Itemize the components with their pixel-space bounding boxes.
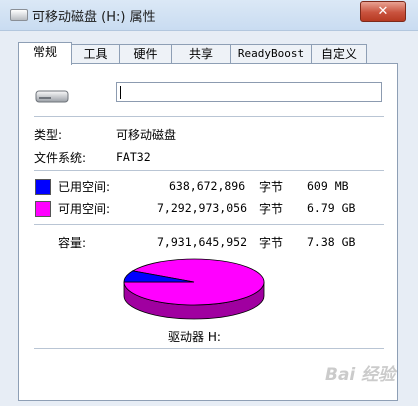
removable-drive-icon xyxy=(35,90,69,103)
divider xyxy=(34,116,384,117)
used-space-unit: 字节 xyxy=(259,180,284,194)
capacity-size: 7.38 GB xyxy=(307,235,356,249)
volume-label-input[interactable] xyxy=(116,82,382,102)
text-caret xyxy=(120,86,121,99)
close-button[interactable]: ✕ xyxy=(360,1,406,22)
divider xyxy=(34,348,384,349)
divider xyxy=(34,224,384,225)
drive-icon xyxy=(10,9,28,21)
tab-strip: 常规 工具 硬件 共享 ReadyBoost 自定义 xyxy=(18,42,398,65)
free-space-label: 可用空间: xyxy=(58,202,111,216)
title-bar: 可移动磁盘 (H:) 属性 ✕ xyxy=(0,0,418,31)
watermark-logo: Bai 经验 xyxy=(325,365,396,385)
type-label: 类型: xyxy=(34,128,63,142)
filesystem-label: 文件系统: xyxy=(34,151,87,165)
filesystem-value: FAT32 xyxy=(116,150,151,164)
free-space-size: 6.79 GB xyxy=(307,201,356,215)
divider xyxy=(34,170,384,171)
disk-usage-pie-chart xyxy=(123,258,265,320)
tab-customize[interactable]: 自定义 xyxy=(311,44,367,63)
tab-readyboost[interactable]: ReadyBoost xyxy=(230,44,312,63)
used-space-label: 已用空间: xyxy=(58,180,111,194)
tab-tools[interactable]: 工具 xyxy=(71,44,120,63)
free-space-swatch xyxy=(35,201,51,217)
free-space-unit: 字节 xyxy=(259,202,284,216)
capacity-bytes: 7,931,645,952 xyxy=(157,235,248,249)
tab-sharing[interactable]: 共享 xyxy=(171,44,231,63)
capacity-label: 容量: xyxy=(58,236,87,250)
drive-label: 驱动器 H: xyxy=(168,330,221,344)
type-value: 可移动磁盘 xyxy=(116,128,177,142)
used-space-swatch xyxy=(35,179,51,195)
tab-general[interactable]: 常规 xyxy=(18,42,72,65)
general-panel: 类型: 可移动磁盘 文件系统: FAT32 已用空间: 638,672,896 … xyxy=(18,63,398,401)
window-title: 可移动磁盘 (H:) 属性 xyxy=(32,10,156,25)
capacity-unit: 字节 xyxy=(259,236,284,250)
tab-hardware[interactable]: 硬件 xyxy=(119,44,172,63)
used-space-size: 609 MB xyxy=(307,179,349,193)
free-space-bytes: 7,292,973,056 xyxy=(157,201,248,215)
used-space-bytes: 638,672,896 xyxy=(169,179,246,193)
